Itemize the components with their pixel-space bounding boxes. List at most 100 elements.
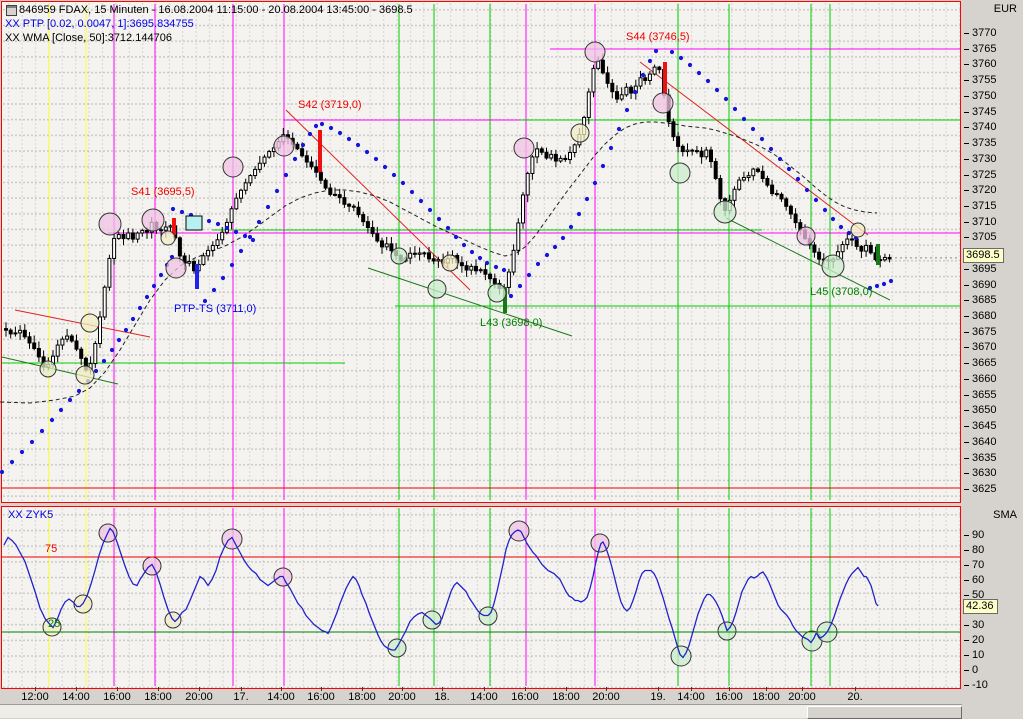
candle-body: [483, 269, 488, 275]
indicator-legend-ptp[interactable]: XX PTP [0.02, 0.0047, 1]:3695.834755: [5, 18, 194, 30]
candle-body: [709, 149, 713, 163]
candle-body: [737, 179, 742, 190]
ptp-dot: [535, 261, 541, 267]
time-tick-label: 20:00: [788, 691, 816, 703]
candle-body: [112, 237, 117, 259]
price-axis[interactable]: EUR 3770 3765 3760 3755 3750 3745 3740 3735 3730…: [962, 0, 1023, 719]
price-tick-mark: [964, 441, 969, 443]
osc-tick-label: 80: [972, 543, 985, 556]
price-tick-mark: [964, 426, 969, 428]
candle-body: [760, 170, 765, 179]
time-tick-label: 16:00: [307, 691, 335, 703]
oscillator-legend[interactable]: XX ZYK5: [8, 509, 53, 521]
candle-body: [361, 214, 366, 223]
price-tick-label: 3675: [972, 325, 997, 338]
price-tick-label: 3625: [972, 483, 997, 495]
price-tick-label: 3655: [972, 388, 997, 401]
swing-marker: [584, 41, 606, 63]
swing-marker: [80, 313, 100, 333]
ptp-dot: [838, 224, 844, 230]
ptp-dot: [409, 189, 415, 195]
swing-marker: [570, 123, 590, 143]
swing-marker: [273, 135, 295, 157]
osc-tick-label: 70: [972, 558, 985, 571]
candle-body: [657, 66, 662, 71]
candle-body: [516, 222, 521, 251]
candle-body: [643, 77, 648, 81]
candle-body: [427, 252, 431, 260]
candle-body: [365, 221, 370, 229]
price-tick-mark: [964, 316, 969, 318]
ptp-dot: [229, 262, 235, 268]
ptp-dot: [526, 272, 532, 278]
osc-tick-label: 90: [972, 528, 985, 541]
signal-bar: [663, 62, 667, 95]
time-axis[interactable]: 12:00 14:00 16:00 18:00 20:00 17. 14:00 16:00 18…: [0, 687, 962, 703]
ptp-dot: [170, 206, 176, 212]
candle-body: [159, 229, 164, 232]
ptp-dot: [109, 347, 115, 353]
window-icon[interactable]: [6, 5, 17, 16]
candle-body: [116, 234, 121, 239]
candle-body: [535, 148, 540, 158]
indicator-legend-wma[interactable]: XX WMA [Close, 50]:3712.144706: [5, 32, 172, 44]
osc-tick-label: 30: [972, 618, 985, 631]
candle-body: [591, 67, 596, 93]
price-tick-mark: [964, 95, 969, 97]
candle-body: [511, 249, 516, 273]
candle-body: [375, 233, 380, 242]
price-tick-mark: [964, 300, 969, 302]
price-tick-mark: [964, 331, 969, 333]
ptp-dot: [292, 156, 298, 162]
ptp-dot: [144, 294, 150, 300]
price-tick-label: 3680: [972, 310, 997, 323]
price-tick-label: 3750: [972, 89, 997, 102]
swing-marker: [669, 162, 691, 184]
ptp-dot: [517, 283, 523, 289]
candle-body: [93, 342, 98, 365]
ptp-dot: [250, 237, 256, 243]
oscillator-line: [3, 527, 879, 659]
ptp-dot: [49, 417, 55, 423]
ptp-dot: [508, 293, 514, 299]
candle-body: [859, 245, 864, 252]
candle-body: [600, 59, 605, 74]
scrollbar-thumb[interactable]: [807, 706, 962, 719]
ptp-dot: [238, 248, 244, 254]
ptp-dot: [723, 96, 729, 102]
candle-body: [765, 177, 770, 186]
chart-canvas: [0, 4, 960, 686]
candle-body: [79, 348, 84, 359]
price-tick-label: 3665: [972, 357, 997, 370]
osc-tick-mark: [964, 654, 969, 656]
ptp-dot: [846, 230, 852, 236]
price-tick-mark: [964, 221, 969, 223]
time-tick-label: 16:00: [103, 691, 131, 703]
ptp-dot: [813, 197, 819, 203]
price-tick-label: 3760: [972, 58, 997, 71]
ptp-dot: [307, 131, 313, 137]
candle-body: [469, 265, 474, 271]
time-tick-label: 14:00: [677, 691, 705, 703]
time-tick-label: 18:00: [348, 691, 376, 703]
ptp-dot: [76, 388, 82, 394]
candle-body: [525, 172, 530, 196]
ptp-dot: [130, 316, 136, 322]
ptp-dot: [560, 235, 566, 241]
price-tick-label: 3645: [972, 420, 997, 433]
price-tick-label: 3770: [972, 27, 997, 39]
candle-body: [704, 149, 709, 158]
swing-marker: [796, 226, 816, 246]
candle-body: [638, 77, 643, 87]
ptp-dot: [436, 216, 442, 222]
price-tick-label: 3755: [972, 74, 997, 87]
price-tick-label: 3670: [972, 341, 997, 354]
horizontal-scrollbar[interactable]: [0, 704, 962, 719]
ptp-dot: [584, 196, 590, 202]
candle-body: [239, 189, 243, 199]
price-tick-label: 3660: [972, 372, 997, 385]
ptp-dot: [418, 198, 424, 204]
price-tick-mark: [964, 410, 969, 412]
candle-body: [351, 205, 356, 208]
candle-body: [126, 232, 131, 240]
